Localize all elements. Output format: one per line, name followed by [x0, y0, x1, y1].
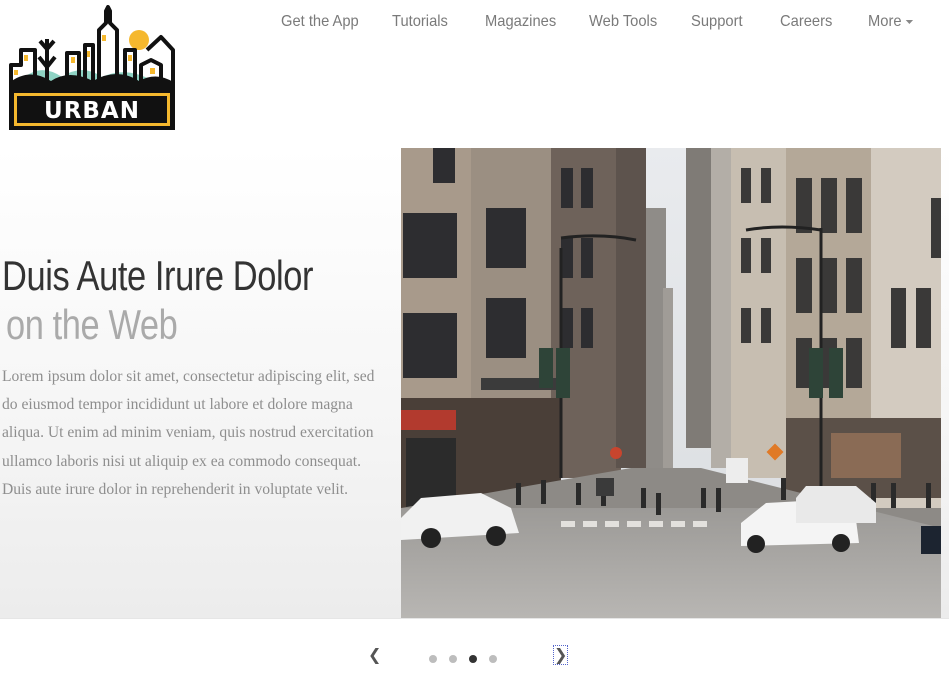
- nav-careers[interactable]: Careers: [780, 13, 832, 31]
- carousel-dot-1[interactable]: [429, 655, 437, 663]
- caret-down-icon: [906, 19, 914, 24]
- hero-title: Duis Aute Irure Dolor: [2, 252, 314, 299]
- nav-magazines[interactable]: Magazines: [485, 13, 556, 31]
- hero-text-panel: Duis Aute Irure Dolor on the Web Lorem i…: [0, 148, 400, 618]
- hero-body-text: Lorem ipsum dolor sit amet, consectetur …: [2, 368, 375, 498]
- nav-get-the-app[interactable]: Get the App: [281, 13, 359, 31]
- hero-subtitle: on the Web: [6, 301, 178, 348]
- main-nav: Get the App Tutorials Magazines Web Tool…: [0, 0, 949, 50]
- nav-support[interactable]: Support: [691, 13, 743, 31]
- carousel-dot-2[interactable]: [449, 655, 457, 663]
- city-street-icon: [401, 148, 941, 618]
- site-header: URBAN Get the App Tutorials Magazines We…: [0, 0, 949, 149]
- carousel-dot-4[interactable]: [489, 655, 497, 663]
- hero-carousel-slide: Duis Aute Irure Dolor on the Web Lorem i…: [0, 148, 949, 619]
- city-street-photo: [401, 148, 941, 618]
- nav-more-label: More: [868, 13, 902, 30]
- nav-web-tools[interactable]: Web Tools: [589, 13, 657, 31]
- logo-wordmark: URBAN: [44, 98, 140, 124]
- nav-more-dropdown[interactable]: More: [868, 13, 914, 31]
- carousel-controls: ❮ ❯: [0, 619, 949, 684]
- nav-tutorials[interactable]: Tutorials: [392, 13, 448, 31]
- carousel-dot-3[interactable]: [469, 655, 477, 663]
- carousel-prev-icon[interactable]: ❮: [368, 646, 381, 664]
- carousel-next-icon[interactable]: ❯: [552, 645, 569, 665]
